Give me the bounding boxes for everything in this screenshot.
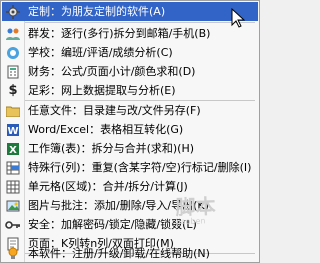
menu-item-workbook[interactable]: X 工作簿(表)：拆分与合并(求和)(H) [2,139,258,158]
menu-item-label: 学校：编班/评语/成绩分析(C) [28,46,173,59]
menu-item-finance[interactable]: 财务：公式/页面小计/颜色求和(D) [2,62,258,81]
rows-icon [2,158,24,177]
menu-item-custom[interactable]: 定制：为朋友定制的软件(A) [2,2,258,21]
menu-item-word-excel[interactable]: W Word/Excel：表格相互转化(G) [2,120,258,139]
menu-item-lottery[interactable]: $ 足彩：网上数据提取与分析(E) [2,81,258,100]
picture-icon [2,196,24,215]
menu-item-label: 群发：逐行(多行)拆分到邮箱/手机(B) [28,27,211,40]
separator [25,22,255,23]
excel-icon: X [2,139,24,158]
menu-item-about[interactable]: 本软件：注册/升级/卸载/在线帮助(N) [2,244,258,263]
watermark-sub: jiaoben [176,216,206,227]
key-icon [2,215,24,234]
menu-item-label: 任意文件：目录建与改/文件另存(F) [28,104,201,117]
menu-item-label: 足彩：网上数据提取与分析(E) [28,84,176,97]
finance-icon [2,62,24,81]
menu-item-label: 本软件：注册/升级/卸载/在线帮助(N) [28,247,210,260]
menu-item-label: 财务：公式/页面小计/颜色求和(D) [28,65,196,78]
bulb-icon [2,244,24,263]
people-icon [2,24,24,43]
menu-item-label: Word/Excel：表格相互转化(G) [28,123,184,136]
menu-item-label: 定制：为朋友定制的软件(A) [28,5,166,18]
menu-item-label: 工作簿(表)：拆分与合并(求和)(H) [28,142,195,155]
menu-item-special-rows[interactable]: 特殊行(列)：重复(含某字符/空)行标记/删除(I) [2,158,258,177]
school-icon [2,43,24,62]
folder-icon [2,101,24,120]
gear-icon [2,2,24,21]
menu-item-label: 安全：加解密码/锁定/隐藏/锁叕(L) [28,218,197,231]
menu-item-cells[interactable]: 单元格(区域)：合并/拆分/计算(J) [2,177,258,196]
svg-text:X: X [9,145,17,156]
dollar-icon: $ [8,83,18,98]
word-icon: W [2,120,24,139]
svg-text:W: W [7,126,18,137]
menu-item-label: 特殊行(列)：重复(含某字符/空)行标记/删除(I) [28,161,252,174]
menu-item-school[interactable]: 学校：编班/评语/成绩分析(C) [2,43,258,62]
watermark: 脚本 jiaoben [175,194,256,238]
watermark-main: 脚本 [175,194,217,220]
menu-item-files[interactable]: 任意文件：目录建与改/文件另存(F) [2,101,258,120]
mouse-cursor-icon [231,8,245,28]
cells-icon [2,177,24,196]
menu-item-mass-send[interactable]: 群发：逐行(多行)拆分到邮箱/手机(B) [2,24,258,43]
menu-item-label: 单元格(区域)：合并/拆分/计算(J) [28,180,188,193]
